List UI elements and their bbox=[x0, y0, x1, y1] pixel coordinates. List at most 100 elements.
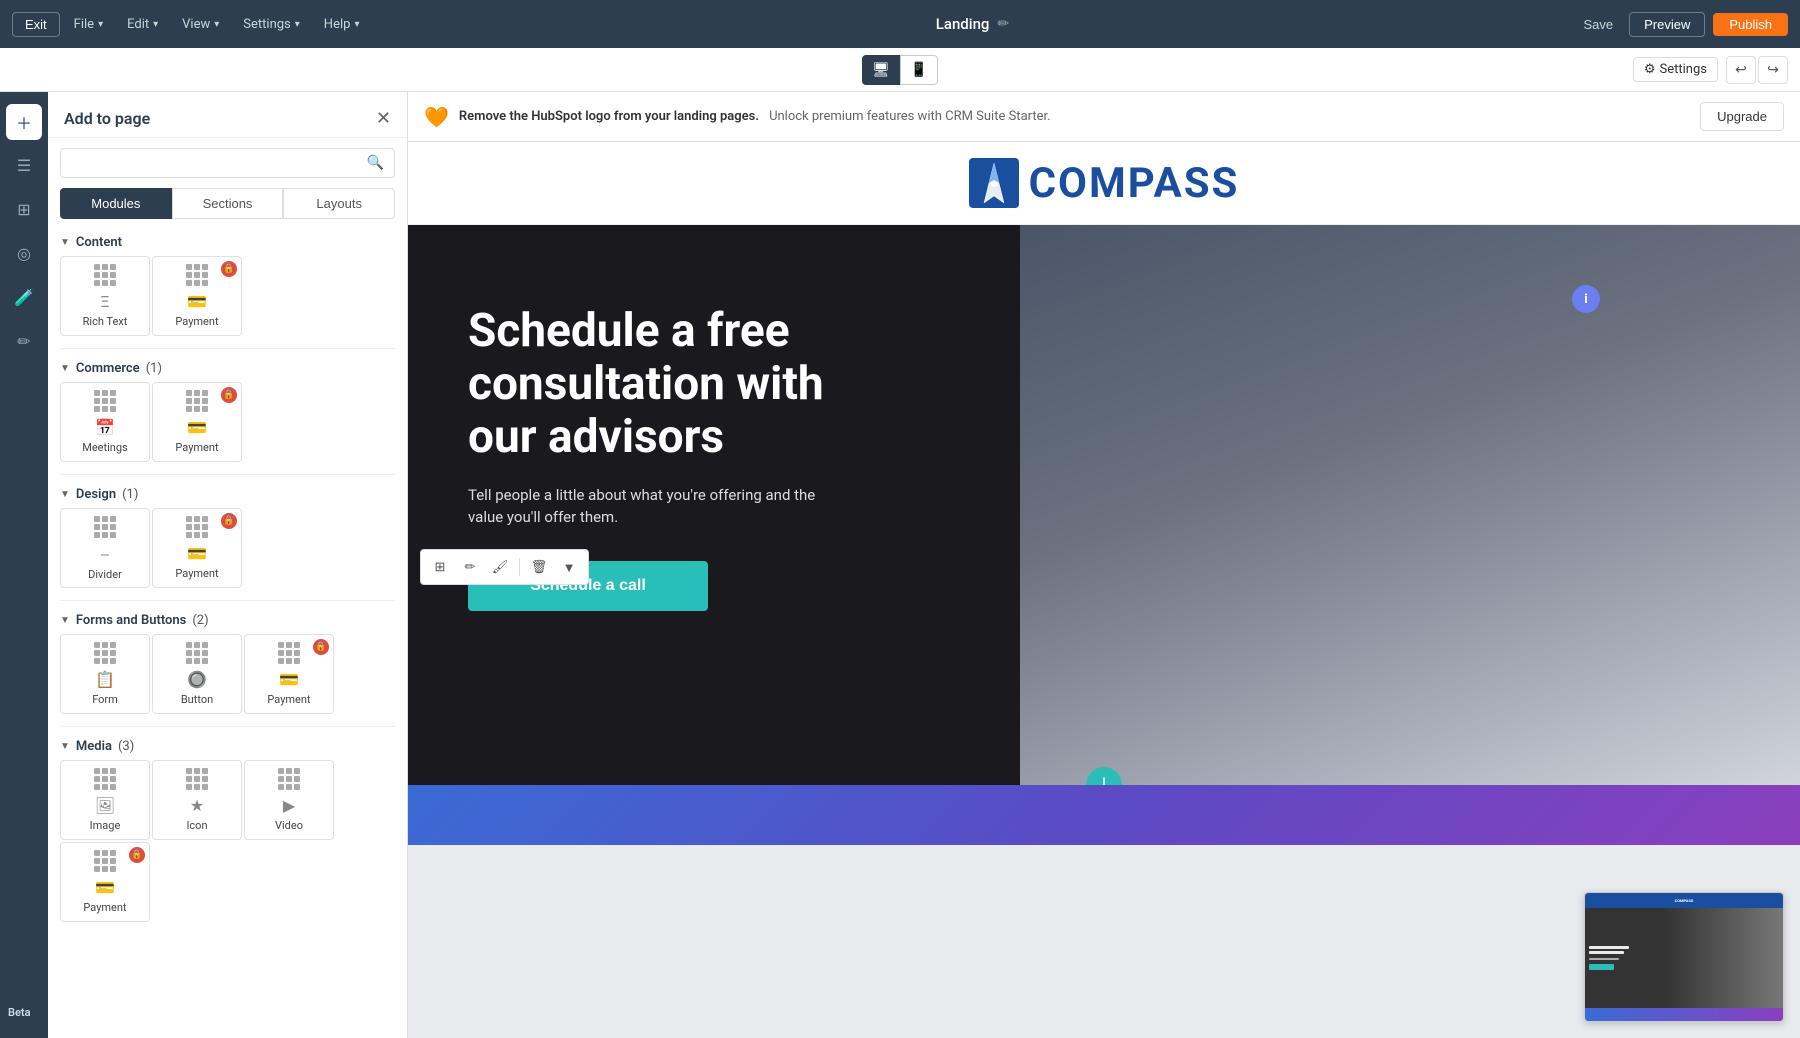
delete-tool-button[interactable]: 🗑 bbox=[526, 554, 552, 580]
settings-menu[interactable]: Settings ▾ bbox=[233, 13, 310, 36]
page-header: COMPASS bbox=[408, 142, 1800, 225]
hero-section[interactable]: i Schedule a free consultation with our … bbox=[408, 225, 1800, 785]
module-image-label: Image bbox=[90, 819, 121, 832]
assets-sidebar-button[interactable]: 🧪 bbox=[6, 280, 42, 316]
style-tool-button[interactable]: 🖌 bbox=[487, 554, 513, 580]
main-layout: ＋ ☰ ⊞ ◎ 🧪 ✏ Add to page ✕ 🔍 Modules Sect… bbox=[0, 92, 1800, 1038]
search-icon: 🔍 bbox=[367, 155, 384, 171]
toolbar-divider bbox=[519, 558, 520, 576]
edit-chevron-icon: ▾ bbox=[153, 19, 158, 30]
module-image[interactable]: 🖼 Image bbox=[60, 760, 150, 840]
undo-redo-group: ↩ ↪ bbox=[1726, 56, 1788, 84]
module-rich-text[interactable]: Ξ Rich Text bbox=[60, 256, 150, 336]
device-toggle: 🖥 📱 bbox=[862, 55, 938, 85]
view-menu[interactable]: View ▾ bbox=[172, 13, 229, 36]
payment-commerce-lock-icon: 🔒 bbox=[221, 387, 237, 403]
page-settings-button[interactable]: ⚙ Settings bbox=[1633, 57, 1718, 82]
second-bar: 🖥 📱 ⚙ Settings ↩ ↪ bbox=[0, 48, 1800, 92]
tab-layouts[interactable]: Layouts bbox=[283, 188, 395, 219]
content-sidebar-button[interactable]: ⊞ bbox=[6, 192, 42, 228]
module-video[interactable]: ▶ Video bbox=[244, 760, 334, 840]
module-button-label: Button bbox=[181, 693, 213, 706]
module-rich-text-label: Rich Text bbox=[83, 315, 128, 328]
info-badge[interactable]: i bbox=[1572, 285, 1600, 313]
undo-button[interactable]: ↩ bbox=[1726, 56, 1756, 84]
top-bar-left: Exit File ▾ Edit ▾ View ▾ Settings ▾ Hel… bbox=[12, 12, 369, 37]
hero-subtitle: Tell people a little about what you're o… bbox=[468, 484, 848, 529]
page-canvas: COMPASS i Schedule a free consultation w… bbox=[408, 142, 1800, 845]
divider-icon bbox=[94, 516, 116, 538]
module-payment-content[interactable]: 🔒 💳 Payment bbox=[152, 256, 242, 336]
edit-menu[interactable]: Edit ▾ bbox=[117, 13, 168, 36]
publish-button[interactable]: Publish bbox=[1713, 13, 1788, 36]
top-bar-center: Landing ✏ bbox=[936, 15, 1009, 33]
commerce-section-header[interactable]: ▼ Commerce (1) bbox=[48, 353, 407, 382]
pages-sidebar-button[interactable]: ☰ bbox=[6, 148, 42, 184]
media-section-header[interactable]: ▼ Media (3) bbox=[48, 731, 407, 760]
form-icon bbox=[94, 642, 116, 664]
more-tool-button[interactable]: ▼ bbox=[556, 554, 582, 580]
left-sidebar: ＋ ☰ ⊞ ◎ 🧪 ✏ bbox=[0, 92, 48, 1038]
payment-design-icon bbox=[186, 516, 208, 538]
pencil-sidebar-button[interactable]: ✏ bbox=[6, 324, 42, 360]
mini-preview-title-line2 bbox=[1589, 951, 1624, 954]
add-panel-header: Add to page ✕ bbox=[48, 92, 407, 138]
layers-sidebar-button[interactable]: ◎ bbox=[6, 236, 42, 272]
commerce-section-label: Commerce bbox=[76, 361, 140, 376]
forms-buttons-section-label: Forms and Buttons bbox=[76, 613, 186, 628]
content-section-label: Content bbox=[76, 235, 122, 250]
module-meetings[interactable]: 📅 Meetings bbox=[60, 382, 150, 462]
mini-preview-bottom bbox=[1585, 1008, 1783, 1021]
save-button[interactable]: Save bbox=[1575, 13, 1621, 36]
video-icon bbox=[278, 768, 300, 790]
module-meetings-label: Meetings bbox=[82, 441, 127, 454]
edit-title-icon[interactable]: ✏ bbox=[997, 16, 1009, 32]
module-divider[interactable]: ⎯ Divider bbox=[60, 508, 150, 588]
exit-button[interactable]: Exit bbox=[12, 12, 60, 37]
module-payment-media[interactable]: 🔒 💳 Payment bbox=[60, 842, 150, 922]
preview-button[interactable]: Preview bbox=[1629, 12, 1705, 37]
mini-preview-cta bbox=[1589, 964, 1614, 970]
search-input[interactable] bbox=[71, 156, 367, 171]
module-payment-media-label: Payment bbox=[83, 901, 126, 914]
module-icon[interactable]: ★ Icon bbox=[152, 760, 242, 840]
icon-module-icon bbox=[186, 768, 208, 790]
redo-button[interactable]: ↪ bbox=[1758, 56, 1788, 84]
module-form[interactable]: 📋 Form bbox=[60, 634, 150, 714]
module-button[interactable]: 🔘 Button bbox=[152, 634, 242, 714]
content-section-header[interactable]: ▼ Content bbox=[48, 227, 407, 256]
edit-tool-button[interactable]: ✏ bbox=[457, 554, 483, 580]
forms-buttons-section-header[interactable]: ▼ Forms and Buttons (2) bbox=[48, 605, 407, 634]
layout-tool-button[interactable]: ⊞ bbox=[427, 554, 453, 580]
top-bar: Exit File ▾ Edit ▾ View ▾ Settings ▾ Hel… bbox=[0, 0, 1800, 48]
image-icon bbox=[94, 768, 116, 790]
second-bar-right: ⚙ Settings ↩ ↪ bbox=[1633, 56, 1788, 84]
file-menu[interactable]: File ▾ bbox=[64, 13, 113, 36]
desktop-view-button[interactable]: 🖥 bbox=[862, 55, 900, 85]
module-form-label: Form bbox=[92, 693, 118, 706]
content-chevron-icon: ▼ bbox=[60, 237, 70, 248]
design-section-header[interactable]: ▼ Design (1) bbox=[48, 479, 407, 508]
mini-preview-header: COMPASS bbox=[1585, 893, 1783, 908]
close-panel-button[interactable]: ✕ bbox=[376, 108, 391, 129]
add-module-sidebar-button[interactable]: ＋ bbox=[6, 104, 42, 140]
tab-modules[interactable]: Modules bbox=[60, 188, 172, 219]
module-payment-commerce[interactable]: 🔒 💳 Payment bbox=[152, 382, 242, 462]
compass-logo-icon bbox=[969, 158, 1019, 208]
module-payment-design[interactable]: 🔒 💳 Payment bbox=[152, 508, 242, 588]
hero-title: Schedule a free consultation with our ad… bbox=[468, 305, 848, 464]
module-payment-forms[interactable]: 🔒 💳 Payment bbox=[244, 634, 334, 714]
beta-badge[interactable]: Beta bbox=[0, 1003, 39, 1022]
search-bar: 🔍 bbox=[60, 148, 395, 178]
payment-lock-icon: 🔒 bbox=[221, 261, 237, 277]
media-chevron-icon: ▼ bbox=[60, 741, 70, 752]
bottom-section bbox=[408, 785, 1800, 845]
view-chevron-icon: ▾ bbox=[214, 19, 219, 30]
mobile-view-button[interactable]: 📱 bbox=[900, 55, 938, 85]
help-menu[interactable]: Help ▾ bbox=[314, 13, 370, 36]
tab-sections[interactable]: Sections bbox=[172, 188, 284, 219]
hero-bg-placeholder bbox=[1020, 225, 1800, 785]
upgrade-button[interactable]: Upgrade bbox=[1700, 102, 1784, 131]
design-chevron-icon: ▼ bbox=[60, 489, 70, 500]
upgrade-subtext: Unlock premium features with CRM Suite S… bbox=[769, 109, 1690, 124]
